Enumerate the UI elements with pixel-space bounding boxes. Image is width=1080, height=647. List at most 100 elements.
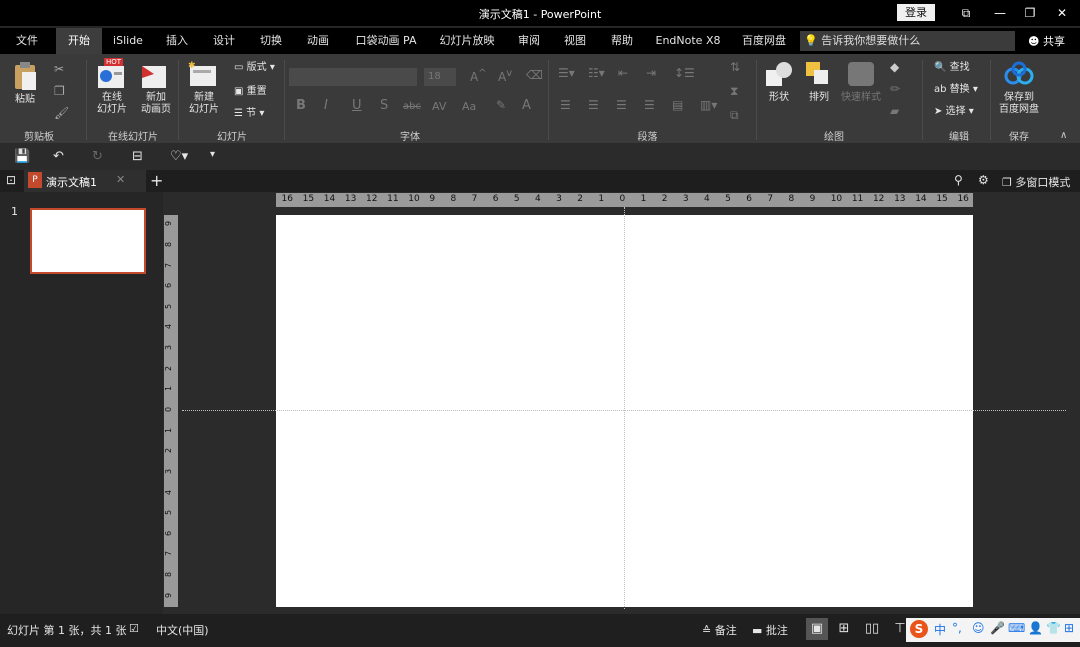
language-status[interactable]: 中文(中国): [156, 622, 209, 638]
select-button[interactable]: ➤ 选择 ▾: [934, 106, 990, 118]
tell-me-search[interactable]: 💡 告诉我你想要做什么: [800, 31, 1015, 51]
spellcheck-icon[interactable]: ☑: [129, 622, 139, 635]
decrease-indent-icon[interactable]: ⇤: [618, 66, 628, 80]
new-tab-icon[interactable]: +: [150, 171, 163, 190]
online-slides-icon[interactable]: HOT: [96, 58, 128, 90]
save-icon[interactable]: 💾: [14, 149, 30, 164]
font-color-icon[interactable]: A: [522, 98, 531, 113]
font-size-select[interactable]: 18: [424, 68, 456, 86]
quick-styles-icon[interactable]: [846, 60, 876, 88]
bold-icon[interactable]: B: [296, 98, 306, 113]
normal-view-icon[interactable]: ▣: [806, 618, 828, 640]
shape-effects-icon[interactable]: ▰: [890, 104, 899, 118]
tab-pocket-animation[interactable]: 口袋动画 PA: [350, 28, 422, 54]
close-button[interactable]: ✕: [1050, 3, 1074, 23]
distributed-icon[interactable]: ▤: [672, 98, 683, 112]
microphone-icon[interactable]: 🎤: [990, 621, 1005, 635]
tab-help[interactable]: 帮助: [603, 28, 641, 54]
tab-review[interactable]: 审阅: [510, 28, 548, 54]
customize-qat-icon[interactable]: ▾: [210, 149, 215, 160]
tab-design[interactable]: 设计: [205, 28, 243, 54]
restore-button[interactable]: ❐: [1018, 3, 1042, 23]
char-spacing-icon[interactable]: AV: [432, 100, 446, 113]
ribbon-display-options-icon[interactable]: ⧉: [954, 3, 978, 23]
shape-fill-icon[interactable]: ◆: [890, 60, 899, 74]
punctuation-mode[interactable]: °,: [952, 621, 962, 635]
redo-icon[interactable]: ↻: [92, 149, 103, 164]
shape-icon[interactable]: ♡▾: [170, 149, 188, 164]
cut-icon[interactable]: ✂: [54, 62, 64, 76]
user-icon[interactable]: 👤: [1028, 621, 1043, 635]
bullets-icon[interactable]: ☰▾: [558, 66, 575, 80]
section-button[interactable]: ☰ 节 ▾: [234, 108, 280, 120]
paste-icon[interactable]: [12, 62, 38, 92]
new-animation-page-icon[interactable]: [140, 60, 168, 90]
slide-thumbnail[interactable]: [30, 208, 146, 274]
underline-icon[interactable]: U: [352, 98, 362, 113]
tab-insert[interactable]: 插入: [158, 28, 196, 54]
tab-transitions[interactable]: 切换: [252, 28, 290, 54]
reading-view-icon[interactable]: ▯▯: [861, 618, 883, 640]
comments-button[interactable]: ▬ 批注: [752, 622, 788, 638]
highlight-icon[interactable]: ✎: [496, 98, 506, 112]
tab-slideshow[interactable]: 幻灯片放映: [433, 28, 501, 54]
italic-icon[interactable]: I: [324, 98, 328, 113]
notes-button[interactable]: ≙ 备注: [702, 622, 737, 638]
line-spacing-icon[interactable]: ↕☰: [674, 66, 695, 80]
change-case-icon[interactable]: Aa: [462, 100, 476, 113]
undo-icon[interactable]: ↶: [53, 149, 64, 164]
grow-font-icon[interactable]: A^: [470, 68, 487, 84]
align-left-icon[interactable]: ☰: [560, 98, 571, 112]
smartart-icon[interactable]: ⧉: [730, 108, 739, 123]
text-direction-icon[interactable]: ⇅: [730, 60, 740, 74]
tab-animations[interactable]: 动画: [299, 28, 337, 54]
minimize-button[interactable]: —: [988, 3, 1012, 23]
reset-button[interactable]: ▣ 重置: [234, 86, 280, 98]
replace-button[interactable]: ab 替换 ▾: [934, 84, 990, 96]
find-button[interactable]: 🔍 查找: [934, 62, 990, 74]
tab-endnote[interactable]: EndNote X8: [651, 28, 725, 54]
shadow-icon[interactable]: S: [380, 98, 388, 113]
arrange-icon[interactable]: [804, 60, 834, 88]
share-button[interactable]: ☻ 共享: [1028, 33, 1065, 49]
font-name-select[interactable]: [289, 68, 417, 86]
justify-icon[interactable]: ☰: [644, 98, 655, 112]
tab-home[interactable]: 开始: [56, 28, 102, 54]
tab-panel-icon[interactable]: ⊡: [6, 173, 16, 187]
settings-icon[interactable]: ⚙: [978, 173, 989, 187]
columns-icon[interactable]: ▥▾: [700, 98, 717, 112]
layout-button[interactable]: ▭ 版式 ▾: [234, 62, 280, 74]
shapes-icon[interactable]: [764, 60, 794, 88]
collapse-ribbon-icon[interactable]: ∧: [1060, 130, 1067, 141]
present-icon[interactable]: ⊟: [132, 149, 143, 164]
multi-window-mode[interactable]: ❐ 多窗口模式: [1002, 174, 1070, 190]
close-tab-icon[interactable]: ✕: [116, 173, 125, 186]
skin-icon[interactable]: 👕: [1046, 621, 1061, 635]
format-painter-icon[interactable]: 🖌: [54, 106, 69, 120]
increase-indent-icon[interactable]: ⇥: [646, 66, 656, 80]
new-slide-icon[interactable]: ✱: [188, 60, 218, 90]
shrink-font-icon[interactable]: Av: [498, 68, 512, 84]
login-button[interactable]: 登录: [897, 4, 935, 21]
baidu-cloud-icon[interactable]: [1004, 60, 1034, 88]
align-text-icon[interactable]: ⧗: [730, 84, 738, 99]
ime-toolbar[interactable]: S 中 °, ☺ 🎤 ⌨ 👤 👕 ⊞: [906, 618, 1080, 642]
numbering-icon[interactable]: ☷▾: [588, 66, 605, 80]
align-center-icon[interactable]: ☰: [588, 98, 599, 112]
slide-sorter-icon[interactable]: ⊞: [833, 618, 855, 640]
tab-baidu[interactable]: 百度网盘: [735, 28, 793, 54]
document-tab[interactable]: P 演示文稿1 ✕: [24, 170, 146, 192]
ime-mode[interactable]: 中: [934, 621, 946, 638]
copy-icon[interactable]: ❐: [54, 84, 65, 98]
shape-outline-icon[interactable]: ✏: [890, 82, 900, 96]
tab-islide[interactable]: iSlide: [108, 28, 148, 54]
tab-view[interactable]: 视图: [556, 28, 594, 54]
strikethrough-icon[interactable]: abc: [403, 101, 421, 112]
emoji-icon[interactable]: ☺: [972, 621, 985, 635]
toolbox-icon[interactable]: ⊞: [1064, 621, 1074, 635]
tab-file[interactable]: 文件: [8, 28, 46, 54]
pin-icon[interactable]: ⚲: [954, 173, 963, 187]
clear-format-icon[interactable]: ⌫: [526, 68, 543, 82]
align-right-icon[interactable]: ☰: [616, 98, 627, 112]
keyboard-icon[interactable]: ⌨: [1008, 621, 1025, 635]
